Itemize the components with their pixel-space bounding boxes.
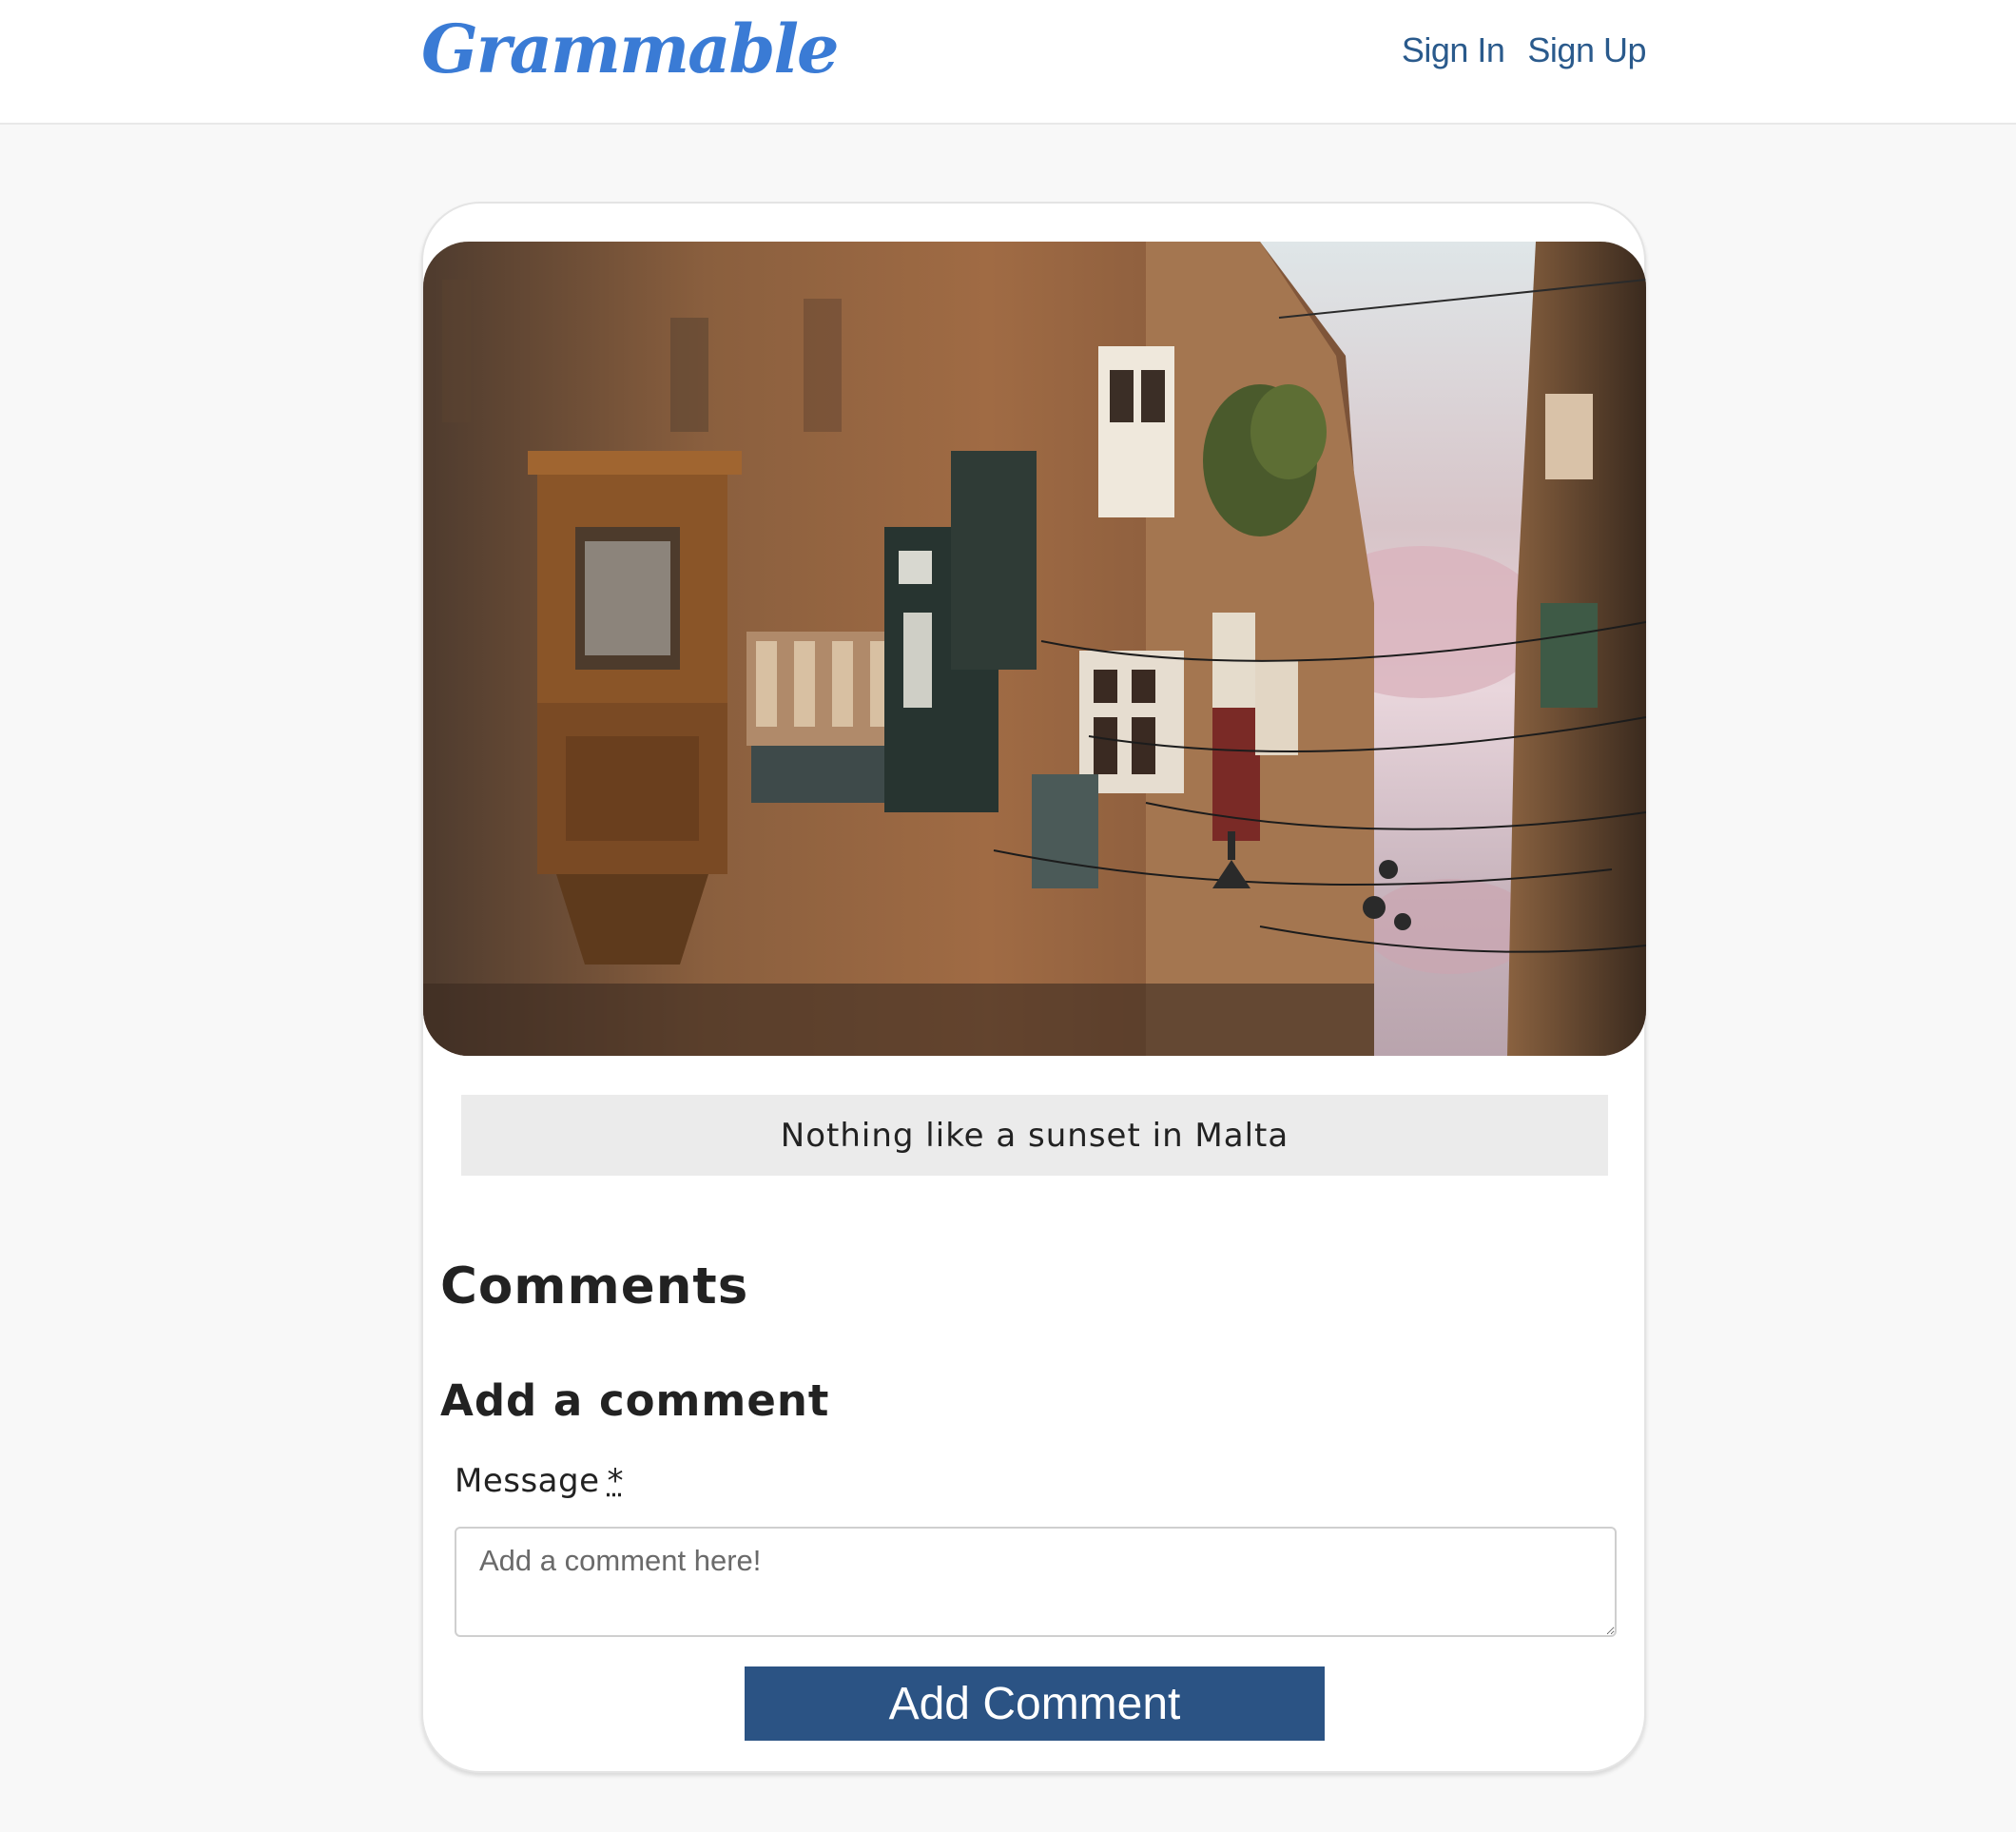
caption-box: Nothing like a sunset in Malta — [461, 1095, 1608, 1176]
required-marker: * — [607, 1462, 625, 1500]
message-label-text: Message — [455, 1462, 600, 1500]
comments-heading: Comments — [440, 1257, 749, 1316]
post-card: Nothing like a sunset in Malta Comments … — [421, 202, 1646, 1773]
post-caption: Nothing like a sunset in Malta — [780, 1116, 1289, 1155]
nav-links: Sign In Sign Up — [1402, 30, 1647, 70]
sign-up-link[interactable]: Sign Up — [1527, 30, 1646, 70]
add-comment-button[interactable]: Add Comment — [745, 1666, 1325, 1741]
comment-message-input[interactable] — [455, 1527, 1617, 1637]
malta-street-image — [423, 242, 1646, 1056]
post-photo — [423, 242, 1646, 1056]
message-label: Message * — [455, 1462, 624, 1500]
sign-in-link[interactable]: Sign In — [1402, 30, 1505, 70]
brand-logo[interactable]: Grammable — [421, 10, 840, 88]
add-comment-heading: Add a comment — [440, 1375, 830, 1426]
navbar: Grammable Sign In Sign Up — [0, 0, 2016, 125]
